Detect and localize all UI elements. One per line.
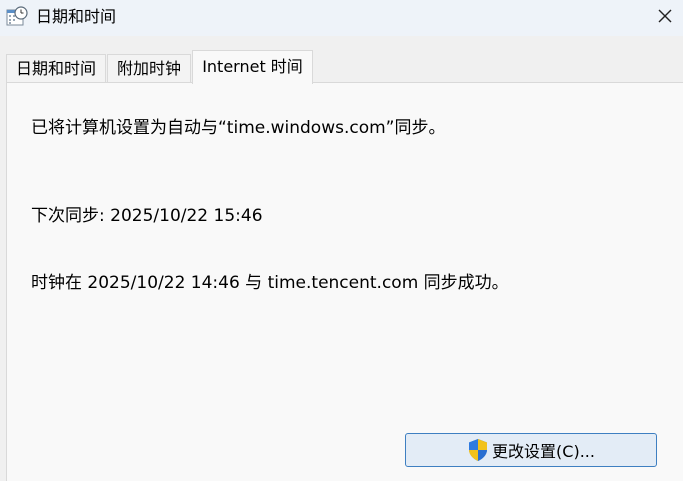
last-sync-status-text: 时钟在 2025/10/22 14:46 与 time.tencent.com … <box>31 273 509 293</box>
close-button[interactable] <box>647 0 683 36</box>
tab-date-and-time[interactable]: 日期和时间 <box>6 54 106 82</box>
tab-internet-time[interactable]: Internet 时间 <box>192 50 313 84</box>
tab-additional-clocks[interactable]: 附加时钟 <box>107 54 191 82</box>
calendar-clock-icon <box>5 5 29 29</box>
tab-strip: 日期和时间 附加时钟 Internet 时间 <box>0 36 683 84</box>
uac-shield-icon <box>467 438 489 462</box>
change-settings-label: 更改设置(C)... <box>492 442 595 461</box>
change-settings-button[interactable]: 更改设置(C)... <box>405 433 657 467</box>
title-bar: 日期和时间 <box>0 0 683 36</box>
close-icon <box>657 8 673 28</box>
window-title: 日期和时间 <box>36 7 117 26</box>
next-sync-text: 下次同步: 2025/10/22 15:46 <box>31 206 263 226</box>
sync-setting-text: 已将计算机设置为自动与“time.windows.com”同步。 <box>31 118 446 138</box>
date-time-dialog: 日期和时间 日期和时间 附加时钟 Internet 时间 已将计算机设置为自动与… <box>0 0 683 481</box>
internet-time-panel: 已将计算机设置为自动与“time.windows.com”同步。 下次同步: 2… <box>6 82 683 481</box>
